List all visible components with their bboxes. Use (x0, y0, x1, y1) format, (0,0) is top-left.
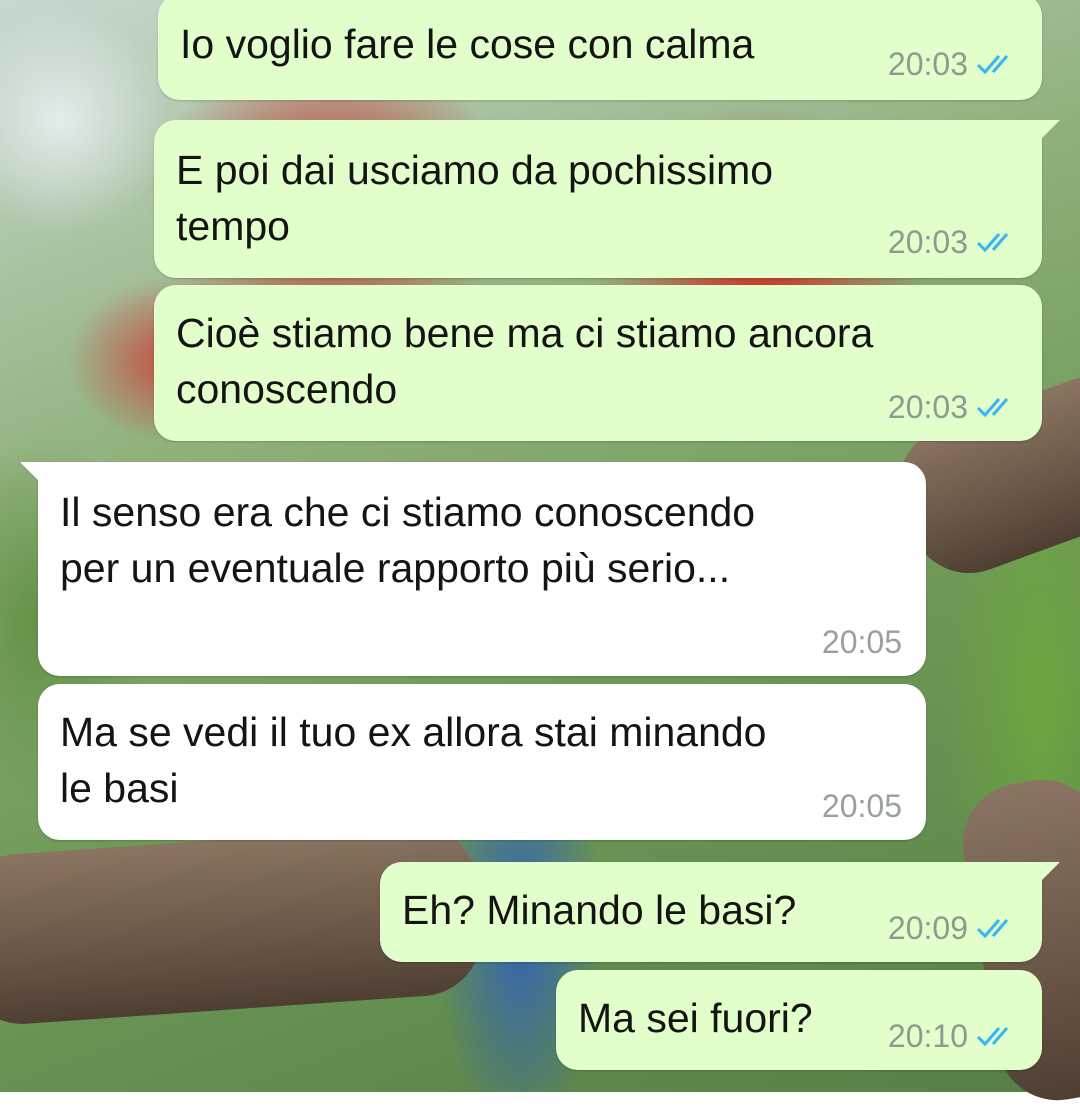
message-text: Il senso era che ci stiamo conoscendo (60, 489, 756, 535)
message-time: 20:05 (821, 788, 902, 824)
message-text: Io voglio fare le cose con calma (180, 21, 755, 67)
message-time: 20:09 (887, 910, 968, 946)
outgoing-message[interactable]: Io voglio fare le cose con calma 20:03 (158, 0, 1042, 100)
message-time: 20:05 (821, 624, 902, 660)
double-check-icon (976, 51, 1018, 77)
outgoing-message[interactable]: Eh? Minando le basi? 20:09 (380, 862, 1060, 962)
double-check-icon (976, 915, 1018, 941)
incoming-message[interactable]: Ma se vedi il tuo ex allora stai minando… (38, 684, 926, 840)
message-text: Ma sei fuori? (578, 995, 813, 1041)
outgoing-message[interactable]: E poi dai usciamo da pochissimo tempo 20… (154, 120, 1060, 278)
message-time: 20:03 (887, 224, 968, 260)
message-meta: 20:09 (888, 910, 1018, 946)
message-time: 20:03 (887, 389, 968, 425)
incoming-message[interactable]: Il senso era che ci stiamo conoscendo pe… (20, 462, 926, 676)
double-check-icon (976, 229, 1018, 255)
outgoing-message[interactable]: Cioè stiamo bene ma ci stiamo ancora con… (154, 285, 1042, 441)
message-meta: 20:05 (822, 624, 902, 660)
message-text: per un eventuale rapporto più serio... (60, 545, 731, 591)
message-meta: 20:03 (888, 389, 1018, 425)
message-text: Cioè stiamo bene ma ci stiamo ancora (176, 310, 874, 356)
message-text: Ma se vedi il tuo ex allora stai minando (60, 709, 767, 755)
message-text: le basi (60, 765, 179, 811)
double-check-icon (976, 394, 1018, 420)
message-meta: 20:05 (822, 788, 902, 824)
message-list[interactable]: Io voglio fare le cose con calma 20:03 E… (0, 0, 1080, 1092)
message-meta: 20:10 (888, 1018, 1018, 1054)
message-meta: 20:03 (888, 46, 1018, 82)
bubble-tail (1038, 862, 1060, 884)
message-text: E poi dai usciamo da pochissimo (176, 147, 774, 193)
bubble-tail (1038, 120, 1060, 142)
message-text: tempo (176, 203, 290, 249)
message-time: 20:10 (887, 1018, 968, 1054)
outgoing-message[interactable]: Ma sei fuori? 20:10 (556, 970, 1042, 1070)
message-text: conoscendo (176, 366, 398, 412)
bubble-tail (20, 462, 42, 484)
message-time: 20:03 (887, 46, 968, 82)
message-text: Eh? Minando le basi? (402, 887, 797, 933)
message-meta: 20:03 (888, 224, 1018, 260)
double-check-icon (976, 1023, 1018, 1049)
